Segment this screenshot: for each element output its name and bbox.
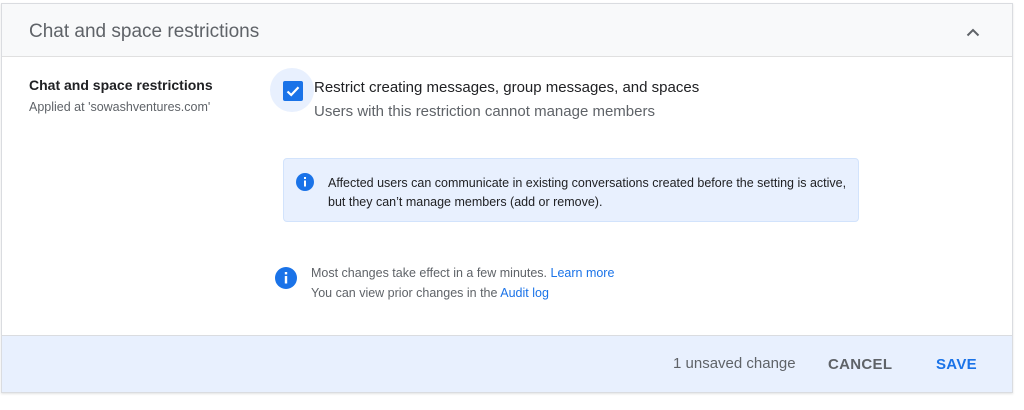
chevron-up-icon (966, 28, 980, 36)
info-callout-text: Affected users can communicate in existi… (328, 176, 847, 209)
save-button[interactable]: SAVE (928, 347, 985, 381)
cancel-button[interactable]: CANCEL (820, 347, 900, 381)
propagation-note: Most changes take effect in a few minute… (311, 266, 614, 281)
collapse-button[interactable] (959, 18, 987, 46)
audit-note-text: You can view prior changes in the (311, 286, 498, 300)
restrict-option-label[interactable]: Restrict creating messages, group messag… (314, 79, 699, 97)
audit-log-link[interactable]: Audit log (500, 286, 549, 300)
card-header[interactable]: Chat and space restrictions (2, 4, 1012, 57)
info-icon (296, 173, 314, 191)
restrict-option-description: Users with this restriction cannot manag… (314, 103, 655, 120)
propagation-note-text: Most changes take effect in a few minute… (311, 266, 548, 280)
learn-more-link[interactable]: Learn more (551, 266, 615, 280)
card-title: Chat and space restrictions (29, 21, 260, 42)
info-icon (275, 267, 297, 289)
checkmark-icon (286, 86, 300, 97)
card-footer: 1 unsaved change CANCEL SAVE (2, 335, 1012, 392)
restrict-checkbox[interactable] (283, 81, 303, 101)
unsaved-changes-status: 1 unsaved change (673, 355, 796, 372)
settings-card: Chat and space restrictions Chat and spa… (1, 3, 1013, 393)
setting-label: Chat and space restrictions (29, 77, 213, 93)
audit-note: You can view prior changes in the Audit … (311, 286, 549, 301)
info-callout: Affected users can communicate in existi… (283, 158, 859, 222)
applied-at-text: Applied at 'sowashventures.com' (29, 100, 211, 114)
